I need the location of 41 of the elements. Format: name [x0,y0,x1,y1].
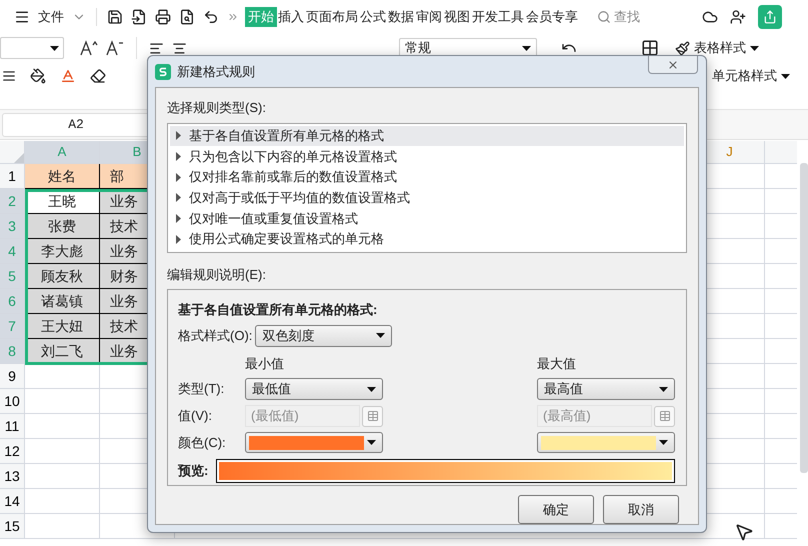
ribbon-tab[interactable]: 数据 [387,6,415,26]
description-title: 基于各自值设置所有单元格的格式: [178,301,378,319]
row-header[interactable]: 12 [0,439,25,464]
row-header[interactable]: 1 [0,164,25,189]
column-heading: 最小值 [245,354,285,372]
table-cell: 李大彪 [25,239,100,264]
search-field[interactable]: 查找 [597,6,640,26]
table-style-button[interactable]: 表格样式 [675,38,759,58]
cancel-button[interactable]: 取消 [603,495,679,524]
row-header[interactable]: 11 [0,414,25,439]
field-label: 颜色(C): [178,434,227,452]
rule-type-item[interactable]: 基于各自值设置所有单元格的格式 [170,126,684,146]
ribbon-tab[interactable]: 公式 [359,6,387,26]
table-cell: 姓名 [25,164,100,189]
table-cell: 张费 [25,214,100,239]
ribbon-tab[interactable]: 插入 [277,6,305,26]
table-cell: 王大妞 [25,314,100,339]
table-cell: 顾友秋 [25,264,100,289]
ribbon-tab[interactable]: 审阅 [415,6,443,26]
row-header[interactable]: 13 [0,464,25,489]
row-header[interactable]: 9 [0,364,25,389]
field-label: 值(V): [178,407,213,426]
row-header[interactable]: 10 [0,389,25,414]
ribbon-tab[interactable]: 开发工具 [471,6,525,26]
section-label: 选择规则类型(S): [167,99,267,117]
ribbon-tab[interactable]: 视图 [443,6,471,26]
format-style-select[interactable]: 双色刻度 [255,324,392,346]
row-header[interactable]: 15 [0,514,25,539]
cell-style-button[interactable]: 单元格样式 [712,66,790,86]
preview-label: 预览: [178,462,210,480]
field-label: 格式样式(O): [178,326,252,345]
column-heading: 最大值 [537,354,577,372]
field-label: 类型(T): [178,380,226,398]
row-header[interactable]: 14 [0,489,25,514]
name-box[interactable]: A2 [2,112,150,136]
ok-button[interactable]: 确定 [518,495,594,524]
file-menu[interactable]: 文件 [38,6,64,26]
dialog-title: 新建格式规则 [177,63,255,81]
ribbon-tab[interactable]: 会员专享 [525,6,579,26]
ribbon-tab[interactable]: 页面布局 [305,6,359,26]
table-cell: 诸葛镇 [25,289,100,314]
